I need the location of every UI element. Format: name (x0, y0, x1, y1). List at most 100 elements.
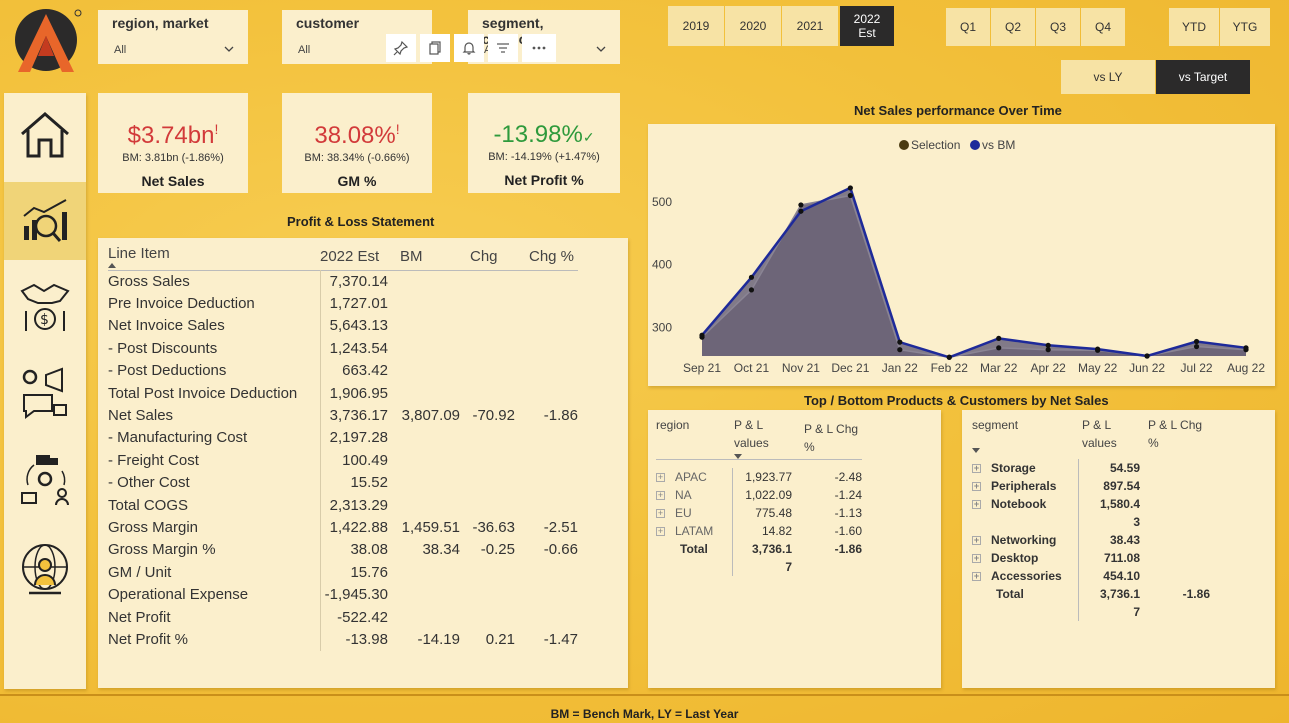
legend-label[interactable]: vs BM (982, 138, 1015, 152)
expand-icon[interactable]: + (972, 536, 981, 546)
pl-cell-chg (460, 427, 515, 449)
column-header[interactable]: P & L Chg % (1140, 416, 1210, 453)
expand-icon[interactable]: + (972, 500, 981, 510)
nav-finance-view[interactable] (4, 182, 86, 260)
region-row[interactable]: + APAC 1,923.77 -2.48 (656, 467, 862, 486)
segment-row[interactable]: + Storage 54.59 (972, 459, 1210, 477)
vs-bm-point[interactable] (1045, 342, 1051, 348)
x-tick-label: Oct 21 (734, 361, 770, 375)
pl-cell-bm (390, 382, 460, 404)
pl-cell-chg (460, 337, 515, 359)
expand-icon[interactable]: + (972, 482, 981, 492)
vs-bm-point[interactable] (1095, 346, 1101, 352)
vs-bm-point[interactable] (699, 332, 705, 338)
column-header[interactable]: Chg % (515, 244, 578, 270)
expand-icon[interactable]: + (656, 508, 665, 518)
expand-icon[interactable]: + (972, 464, 981, 474)
pl-cell-item: - Manufacturing Cost (108, 426, 321, 450)
filter-icon[interactable] (488, 34, 518, 62)
x-tick-label: Dec 21 (831, 361, 869, 375)
segment-value: 1,580.4 (1099, 497, 1140, 511)
more-options-icon[interactable] (522, 34, 556, 62)
region-row[interactable]: + EU 775.48 -1.13 (656, 503, 862, 522)
ytd-button[interactable]: YTD (1169, 8, 1219, 46)
vs-bm-point[interactable] (1144, 353, 1150, 359)
nav-sales-view[interactable]: $ (4, 268, 86, 346)
segment-row[interactable]: + Notebook 1,580.4 (972, 495, 1210, 513)
column-header[interactable]: region (656, 416, 732, 460)
vs-bm-point[interactable] (748, 274, 755, 280)
expand-icon[interactable]: + (656, 490, 665, 500)
selection-point[interactable] (748, 287, 755, 293)
expand-icon[interactable]: + (656, 526, 665, 536)
pl-cell-item: Net Profit (108, 605, 321, 629)
selection-point[interactable] (847, 192, 853, 199)
vs-bm-point[interactable] (798, 208, 804, 214)
pl-cell-pct (515, 315, 578, 337)
year-2020-button[interactable]: 2020 (725, 6, 781, 46)
vs-bm-point[interactable] (946, 354, 952, 360)
region-row[interactable]: + NA 1,022.09 -1.24 (656, 485, 862, 504)
nav-home[interactable] (4, 96, 86, 174)
total-value: 3,736.1 (1099, 587, 1140, 601)
nav-marketing-view[interactable] (4, 354, 86, 432)
bell-icon[interactable] (454, 34, 484, 62)
pin-icon[interactable] (386, 34, 416, 62)
pl-cell-pct (515, 561, 578, 583)
year-2019-button[interactable]: 2019 (668, 6, 724, 46)
expand-icon[interactable]: + (656, 472, 665, 482)
pl-cell-est: 7,370.14 (329, 272, 388, 290)
region-row[interactable]: + LATAM 14.82 -1.60 (656, 521, 862, 540)
selection-point[interactable] (798, 202, 804, 208)
selection-point[interactable] (996, 345, 1002, 351)
segment-row[interactable]: + Desktop 711.08 (972, 549, 1210, 567)
column-header[interactable]: P & L Chg % (792, 416, 862, 460)
quarter-q2-button[interactable]: Q2 (991, 8, 1035, 46)
pl-row: - Post Deductions 663.42 (108, 359, 578, 382)
copy-icon[interactable] (420, 34, 450, 62)
nav-supply-chain-view[interactable] (4, 440, 86, 518)
column-header[interactable]: P & L values (1078, 416, 1140, 453)
vs-bm-point[interactable] (1193, 338, 1200, 345)
nav-executive-view[interactable] (4, 530, 86, 608)
selection-point[interactable] (1193, 343, 1200, 350)
chevron-down-icon[interactable] (224, 44, 234, 54)
region-market-filter[interactable]: region, market All (98, 10, 248, 64)
quarter-q4-button[interactable]: Q4 (1081, 8, 1125, 46)
pl-cell-bm: 38.34 (422, 541, 460, 559)
pl-row: Gross Sales 7,370.14 (108, 270, 578, 293)
pl-cell-item: Pre Invoice Deduction (108, 292, 321, 315)
vs-bm-point[interactable] (1243, 345, 1249, 351)
column-header[interactable]: 2022 Est (320, 244, 390, 270)
vs-bm-point[interactable] (897, 339, 903, 345)
legend-label[interactable]: Selection (911, 138, 960, 152)
quarter-q1-button[interactable]: Q1 (946, 8, 990, 46)
expand-icon[interactable]: + (972, 572, 981, 582)
pl-cell-est: 5,643.13 (329, 317, 388, 335)
total-value-wrap: 7 (785, 559, 792, 574)
column-header[interactable]: Line Item (108, 244, 320, 270)
selection-point[interactable] (897, 347, 903, 353)
vs-bm-point[interactable] (847, 185, 853, 191)
vs-bm-point[interactable] (996, 335, 1002, 341)
ytg-button[interactable]: YTG (1220, 8, 1270, 46)
year-2022-est-button[interactable]: 2022 Est (840, 6, 894, 46)
column-header[interactable]: Chg (460, 244, 515, 270)
vs-ly-button[interactable]: vs LY (1061, 60, 1155, 94)
year-2021-button[interactable]: 2021 (782, 6, 838, 46)
column-header[interactable]: P & L values (732, 416, 792, 460)
region-name: APAC (675, 469, 707, 484)
segment-row[interactable]: + Peripherals 897.54 (972, 477, 1210, 495)
chevron-down-icon[interactable] (596, 44, 606, 54)
expand-icon[interactable]: + (972, 554, 981, 564)
quarter-q3-button[interactable]: Q3 (1036, 8, 1080, 46)
column-header[interactable]: segment (972, 416, 1078, 453)
column-header[interactable]: BM (390, 244, 460, 270)
segment-table-card: segment P & L values P & L Chg % + Storag… (962, 410, 1275, 688)
segment-row[interactable]: + Accessories 454.10 (972, 567, 1210, 585)
pl-cell-bm (390, 337, 460, 359)
global-executive-icon (22, 544, 68, 595)
segment-row[interactable]: + Networking 38.43 (972, 531, 1210, 549)
vs-target-button[interactable]: vs Target (1156, 60, 1250, 94)
x-tick-label: Jul 22 (1181, 361, 1213, 375)
